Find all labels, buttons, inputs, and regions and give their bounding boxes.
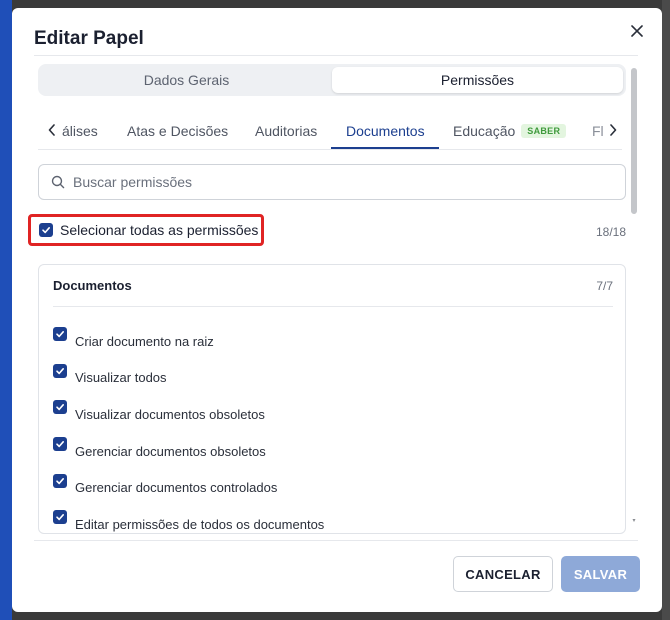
saber-badge: SABER (521, 124, 567, 138)
tab-permissoes[interactable]: Permissões (332, 67, 623, 93)
permission-checkbox[interactable] (53, 363, 67, 378)
permissions-group-card: Documentos 7/7 Criar documento na raiz V… (38, 264, 626, 534)
permission-label: Editar permissões de todos os documentos (75, 516, 325, 532)
permission-checkbox[interactable] (53, 437, 67, 452)
permission-checkbox[interactable] (53, 510, 67, 525)
tab-educacao-label: Educação (453, 123, 516, 139)
scroll-down-arrow-icon[interactable]: ▾ (631, 518, 637, 524)
tabs-scroll-right-button[interactable] (603, 120, 623, 140)
search-box (38, 164, 626, 200)
permission-label: Criar documento na raiz (75, 333, 214, 349)
permission-label: Gerenciar documentos obsoletos (75, 443, 266, 459)
permission-item[interactable]: Criar documento na raiz (53, 321, 613, 358)
backdrop-right-edge (662, 0, 670, 620)
permission-item[interactable]: Gerenciar documentos controlados (53, 467, 613, 504)
modal-title: Editar Papel (34, 28, 144, 49)
backdrop-left-edge (0, 0, 12, 620)
checkmark-icon (56, 367, 64, 375)
select-all-label: Selecionar todas as permissões (60, 222, 259, 238)
category-tabs: álises Atas e Decisões Auditorias Docume… (38, 112, 622, 150)
active-tab-indicator (331, 147, 439, 149)
permission-checkbox[interactable] (53, 400, 67, 415)
permission-label: Visualizar documentos obsoletos (75, 406, 265, 422)
checkmark-icon (42, 227, 50, 234)
permission-checkbox[interactable] (53, 473, 67, 488)
close-button[interactable] (626, 20, 648, 42)
permission-label: Visualizar todos (75, 370, 167, 386)
permission-item[interactable]: Editar permissões de todos os documentos (53, 504, 613, 533)
edit-role-modal: Editar Papel Dados Gerais Permissões ▾ á… (12, 8, 662, 612)
scrollbar-thumb[interactable] (631, 68, 637, 214)
search-input[interactable] (73, 174, 593, 190)
search-icon (51, 175, 65, 189)
tabs-scroll-left-button[interactable] (42, 120, 62, 140)
checkmark-icon (56, 477, 64, 484)
chevron-right-icon (610, 124, 617, 136)
permission-item[interactable]: Visualizar todos (53, 358, 613, 395)
checkmark-icon (56, 404, 64, 411)
checkmark-icon (56, 331, 64, 338)
tab-dados-gerais[interactable]: Dados Gerais (41, 67, 332, 93)
permission-item[interactable]: Gerenciar documentos obsoletos (53, 431, 613, 468)
tab-fl-partial[interactable]: Fl (592, 112, 604, 150)
segmented-tabs: Dados Gerais Permissões (38, 64, 626, 96)
tab-auditorias[interactable]: Auditorias (255, 112, 317, 150)
tab-documentos[interactable]: Documentos (346, 112, 425, 150)
title-divider (34, 55, 638, 56)
chevron-left-icon (48, 124, 55, 136)
close-icon (631, 25, 643, 37)
save-button[interactable]: SALVAR (561, 556, 640, 592)
tab-atas-e-decisoes[interactable]: Atas e Decisões (127, 112, 228, 150)
select-all-checkbox[interactable] (39, 223, 53, 237)
tab-analises[interactable]: álises (62, 112, 98, 150)
permission-item[interactable]: Visualizar documentos obsoletos (53, 394, 613, 431)
cancel-button[interactable]: CANCELAR (453, 556, 553, 592)
permissions-list: Criar documento na raiz Visualizar todos… (53, 321, 613, 533)
tab-educacao[interactable]: Educação SABER (453, 112, 567, 150)
permission-checkbox[interactable] (53, 327, 67, 342)
group-count: 7/7 (596, 278, 613, 293)
checkmark-icon (56, 441, 64, 448)
select-all-permissions[interactable]: Selecionar todas as permissões (28, 214, 264, 246)
total-permissions-count: 18/18 (595, 225, 626, 239)
footer-divider (34, 540, 638, 541)
group-title: Documentos (53, 278, 132, 293)
checkmark-icon (56, 514, 64, 521)
permission-label: Gerenciar documentos controlados (75, 480, 278, 496)
permissions-group-header: Documentos 7/7 (53, 265, 613, 307)
